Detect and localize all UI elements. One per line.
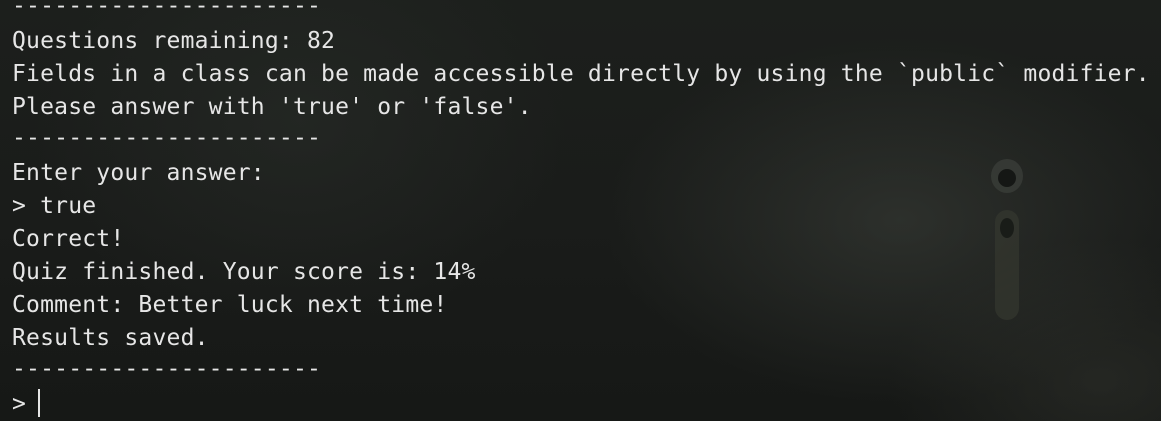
terminal-window[interactable]: ---------------------- Questions remaini… [0,0,1161,421]
input-prompt-line[interactable]: > [12,388,41,421]
score-text: Quiz finished. Your score is: 14% [12,259,476,285]
answer-instruction-text: Please answer with 'true' or 'false'. [12,94,532,120]
separator-line: ---------------------- [12,356,322,382]
result-feedback-text: Correct! [12,226,125,252]
question-text: Fields in a class can be made accessible… [12,61,1150,87]
questions-remaining-text: Questions remaining: 82 [12,28,336,54]
comment-text: Comment: Better luck next time! [12,292,448,318]
user-answer-text: > true [12,193,97,219]
separator-line: ---------------------- [12,0,322,19]
results-saved-text: Results saved. [12,325,209,351]
enter-answer-prompt: Enter your answer: [12,160,265,186]
separator-line: ---------------------- [12,125,322,151]
prompt-symbol: > [12,391,27,417]
text-cursor[interactable] [38,389,41,417]
